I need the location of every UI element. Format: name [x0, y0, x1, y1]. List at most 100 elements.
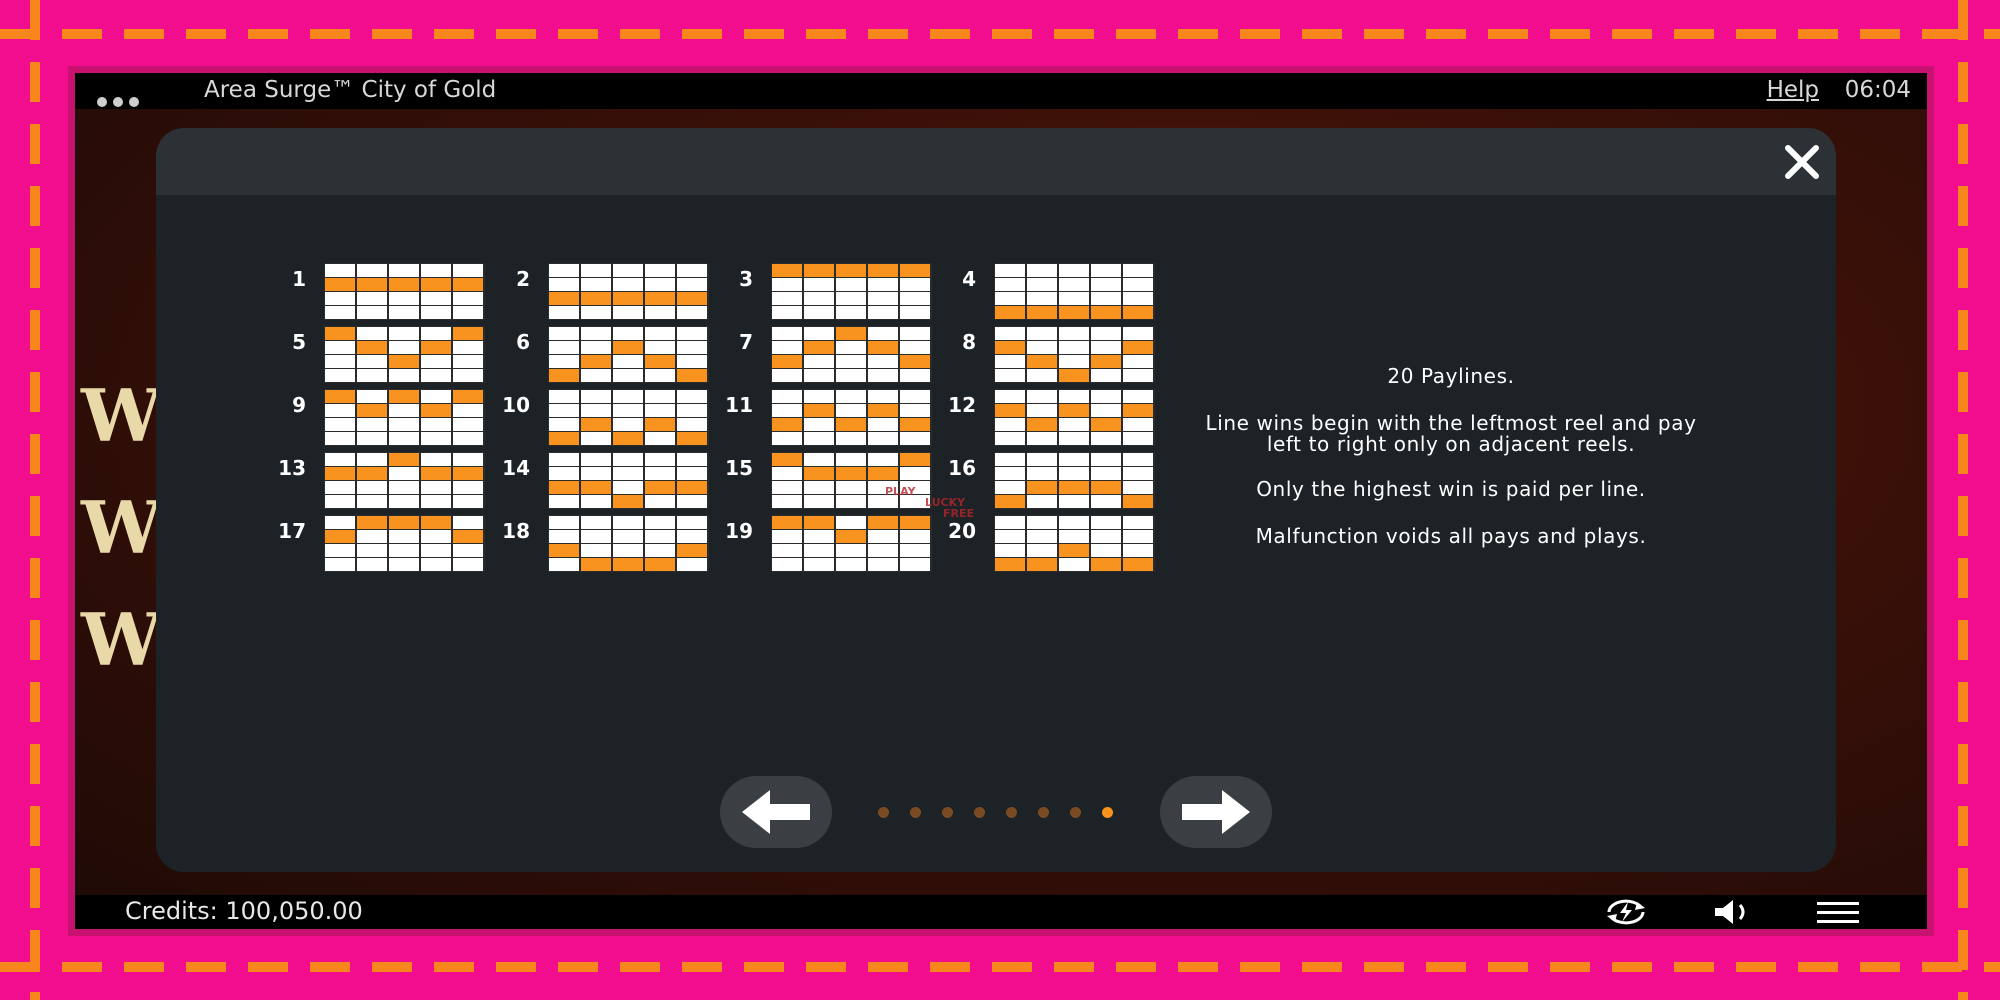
payline-cell — [421, 495, 451, 508]
payline-cell-active — [995, 404, 1025, 417]
payline-cell — [677, 327, 707, 340]
page-dot[interactable] — [878, 807, 889, 818]
payline-cell — [613, 327, 643, 340]
payline-cell — [772, 495, 802, 508]
payline-diagram — [994, 515, 1155, 572]
payline-cell — [581, 264, 611, 277]
payline-cell-active — [1059, 404, 1089, 417]
payline-cell — [389, 341, 419, 354]
payline-cell — [645, 369, 675, 382]
payline-cell — [1059, 453, 1089, 466]
hamburger-menu-icon[interactable] — [1816, 898, 1860, 926]
payline-cell — [772, 327, 802, 340]
payline-cell — [549, 306, 579, 319]
border-dash-right — [1958, 0, 1968, 1000]
payline-cell — [995, 467, 1025, 480]
payline-cell-active — [549, 369, 579, 382]
payline-cell-active — [325, 530, 355, 543]
payline-cell — [645, 390, 675, 403]
payline-cell-active — [645, 355, 675, 368]
payline-cell — [772, 432, 802, 445]
payline-cell — [389, 544, 419, 557]
payline-diagram — [994, 389, 1155, 446]
payline-cell-active — [421, 516, 451, 529]
payline-cell — [836, 453, 866, 466]
page-dot[interactable] — [1038, 807, 1049, 818]
payline-cell — [389, 495, 419, 508]
payline-cell — [613, 404, 643, 417]
payline-cell-active — [389, 278, 419, 291]
payline-cell — [357, 453, 387, 466]
page-dot[interactable] — [974, 807, 985, 818]
payline-cell — [453, 544, 483, 557]
payline-cell — [1091, 369, 1121, 382]
page-dot[interactable] — [942, 807, 953, 818]
payline-cell — [1059, 278, 1089, 291]
prev-page-button[interactable] — [720, 776, 832, 848]
payline-cell — [581, 453, 611, 466]
payline-cell — [613, 453, 643, 466]
page-dot[interactable] — [910, 807, 921, 818]
page-dot[interactable] — [1070, 807, 1081, 818]
payline-cell — [645, 467, 675, 480]
payline-cell — [836, 495, 866, 508]
payline-cell — [677, 355, 707, 368]
payline-cell — [1091, 264, 1121, 277]
payline-cell-active — [357, 404, 387, 417]
payline-cell-active — [645, 418, 675, 431]
payline-cell — [772, 530, 802, 543]
menu-dots-icon[interactable] — [97, 87, 145, 113]
payline-cell-active — [613, 495, 643, 508]
payline-cell — [549, 341, 579, 354]
payline-cell — [389, 404, 419, 417]
payline-cell — [453, 369, 483, 382]
payline-cell — [1059, 292, 1089, 305]
help-link[interactable]: Help — [1767, 77, 1819, 103]
payline-cell — [804, 495, 834, 508]
payline-cell — [453, 432, 483, 445]
close-icon[interactable] — [1778, 138, 1826, 186]
payline-cell — [900, 467, 930, 480]
payline-number: 11 — [725, 393, 753, 417]
payline-cell-active — [804, 467, 834, 480]
payline-cell-active — [995, 341, 1025, 354]
payline-cell — [357, 390, 387, 403]
payline-cell — [772, 369, 802, 382]
payline-cell — [1091, 544, 1121, 557]
payline-cell — [1027, 278, 1057, 291]
page-dot[interactable] — [1006, 807, 1017, 818]
payline-diagram — [324, 452, 485, 509]
payline-cell — [549, 327, 579, 340]
payline-cell — [1027, 432, 1057, 445]
payline-cell — [453, 418, 483, 431]
payline-cell — [677, 404, 707, 417]
payline-cell — [389, 558, 419, 571]
payline-cell — [804, 481, 834, 494]
payline-cell-active — [421, 341, 451, 354]
payline-cell — [581, 544, 611, 557]
autoplay-icon[interactable] — [1601, 898, 1651, 926]
payline-number: 3 — [739, 267, 753, 291]
payline-cell — [900, 390, 930, 403]
payline-cell-active — [772, 453, 802, 466]
payline-cell — [1091, 341, 1121, 354]
payline-cell — [453, 481, 483, 494]
payline-cell-active — [581, 481, 611, 494]
payline-cell — [613, 418, 643, 431]
payline-cell — [613, 390, 643, 403]
payline-cell — [421, 292, 451, 305]
payline-cell-active — [613, 558, 643, 571]
clock: 06:04 — [1844, 77, 1911, 103]
next-page-button[interactable] — [1160, 776, 1272, 848]
payline-cell-active — [325, 278, 355, 291]
payline-cell — [325, 558, 355, 571]
payline-cell — [549, 516, 579, 529]
page-dot[interactable] — [1102, 807, 1113, 818]
payline-diagram — [771, 515, 932, 572]
payline-cell-active — [1059, 481, 1089, 494]
payline-cell-active — [868, 264, 898, 277]
payline-cell — [549, 264, 579, 277]
payline-cell — [1123, 264, 1153, 277]
payline-cell — [389, 432, 419, 445]
speaker-icon[interactable] — [1711, 898, 1757, 926]
